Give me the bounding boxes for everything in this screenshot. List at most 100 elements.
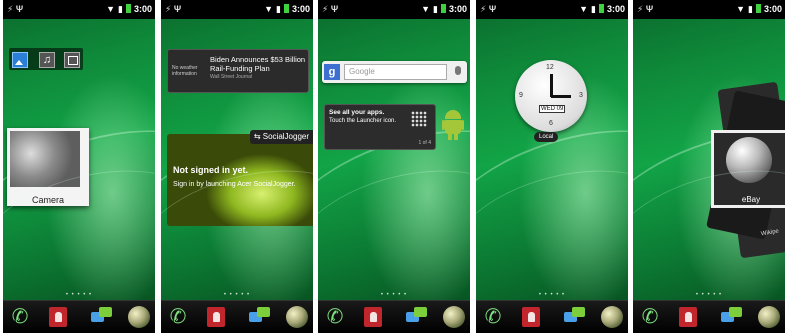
dock: ✆ [318,300,470,333]
status-bar: ⚡ Ψ ▼ ▮ 3:00 [3,0,155,19]
phone-icon[interactable]: ✆ [167,306,189,328]
page-indicator: • • • • • [695,292,723,298]
contacts-icon[interactable] [207,307,225,327]
tip-page-count: 1 of 4 [418,140,431,146]
battery-icon [283,4,289,13]
battery-icon [755,4,761,13]
clock-time: 3:00 [606,4,625,14]
status-bar: ⚡ Ψ ▼ ▮ 3:00 [161,0,313,19]
signal-icon: ▮ [276,4,281,14]
clock-3: 3 [579,92,583,99]
google-logo-icon[interactable]: g [324,64,340,80]
socialjogger-header[interactable]: ⇆ SocialJogger [249,130,313,144]
social-subtitle: Sign in by launching Acer SocialJogger. [173,181,296,188]
wifi-icon: ▼ [579,4,589,14]
dock: ✆ [3,300,155,333]
globe-icon [726,137,772,183]
contacts-icon[interactable] [679,307,697,327]
clock-12: 12 [546,64,554,71]
microphone-icon[interactable] [455,66,461,75]
clock-time: 3:00 [291,4,310,14]
usb-icon: ⚡ Ψ [322,4,339,14]
signal-icon: ▮ [433,4,438,14]
socialjogger-widget[interactable]: Not signed in yet. Sign in by launching … [167,134,313,226]
contacts-icon[interactable] [364,307,382,327]
music-icon[interactable]: ♫ [39,52,55,68]
page-indicator: • • • • • [223,292,251,298]
camera-widget[interactable]: Camera [7,128,89,206]
launcher-tip[interactable]: See all your apps. Touch the Launcher ic… [324,104,436,150]
messaging-icon[interactable] [564,306,586,328]
ebay-bookmark[interactable]: eBay [711,130,785,208]
contacts-icon[interactable] [522,307,540,327]
clock-9: 9 [519,92,523,99]
battery-icon [440,4,446,13]
usb-icon: ⚡ Ψ [7,4,24,14]
messaging-icon[interactable] [721,306,743,328]
usb-icon: ⚡ Ψ [637,4,654,14]
home-screen-2: ⚡ Ψ ▼ ▮ 3:00 No weather information Biden … [161,0,313,333]
socialjogger-icon: ⇆ [253,132,263,141]
tip-title: See all your apps. [329,109,385,116]
media-widget[interactable]: ♫ [9,48,83,70]
signal-icon: ▮ [118,4,123,14]
tip-text: Touch the Launcher icon. [329,118,397,124]
battery-icon [598,4,604,13]
clock-time: 3:00 [448,4,467,14]
usb-icon: ⚡ Ψ [165,4,182,14]
signal-icon: ▮ [748,4,753,14]
home-screen-4: ⚡ Ψ ▼ ▮ 3:00 12 3 6 9 WED 09 Local • • • •… [476,0,628,333]
clock-time: 3:00 [763,4,782,14]
wifi-icon: ▼ [106,4,116,14]
clock-6: 6 [549,120,553,127]
status-bar: ⚡ Ψ ▼ ▮ 3:00 [476,0,628,19]
page-indicator: • • • • • [380,292,408,298]
video-icon[interactable] [64,52,80,68]
google-search-widget[interactable]: g Google [322,61,467,83]
home-screen-1: ⚡ Ψ ▼ ▮ 3:00 ♫ Camera • • • • • ✆ [3,0,155,333]
messaging-icon[interactable] [249,306,271,328]
launcher-grid-icon [411,111,427,127]
messaging-icon[interactable] [91,306,113,328]
clock-location-label: Local [534,132,559,142]
phone-icon[interactable]: ✆ [639,306,661,328]
browser-icon[interactable] [601,306,623,328]
home-screen-3: ⚡ Ψ ▼ ▮ 3:00 g Google See all your apps. T… [318,0,470,333]
dock: ✆ [633,300,785,333]
phone-icon[interactable]: ✆ [324,306,346,328]
search-input[interactable]: Google [344,64,447,80]
page-indicator: • • • • • [65,292,93,298]
battery-icon [125,4,131,13]
minute-hand [551,95,571,98]
contacts-icon[interactable] [49,307,67,327]
wifi-icon: ▼ [421,4,431,14]
hour-hand [550,74,553,97]
browser-icon[interactable] [443,306,465,328]
camera-label: Camera [31,195,64,205]
wifi-icon: ▼ [264,4,274,14]
clock-date: WED 09 [539,105,566,113]
signal-icon: ▮ [591,4,596,14]
news-widget[interactable]: No weather information Biden Announces $… [167,49,309,93]
ebay-label: eBay [741,195,761,204]
status-bar: ⚡ Ψ ▼ ▮ 3:00 [318,0,470,19]
messaging-icon[interactable] [406,306,428,328]
news-source: Wall Street Journal [210,74,253,80]
browser-icon[interactable] [758,306,780,328]
usb-icon: ⚡ Ψ [480,4,497,14]
phone-icon[interactable]: ✆ [482,306,504,328]
weather-info: No weather information [172,65,198,77]
dock: ✆ [476,300,628,333]
dock: ✆ [161,300,313,333]
android-icon[interactable] [442,110,464,140]
news-headline[interactable]: Biden Announces $53 Billion Rail-Funding… [210,55,306,73]
browser-icon[interactable] [128,306,150,328]
browser-icon[interactable] [286,306,308,328]
phone-icon[interactable]: ✆ [9,306,31,328]
camera-thumbnail [10,131,80,187]
status-bar: ⚡ Ψ ▼ ▮ 3:00 [633,0,785,19]
clock-time: 3:00 [133,4,152,14]
home-screen-5: ⚡ Ψ ▼ ▮ 3:00 eBay Wikipe • • • • • ✆ [633,0,785,333]
photo-icon[interactable] [12,52,28,68]
analog-clock-widget[interactable]: 12 3 6 9 WED 09 [515,60,587,132]
